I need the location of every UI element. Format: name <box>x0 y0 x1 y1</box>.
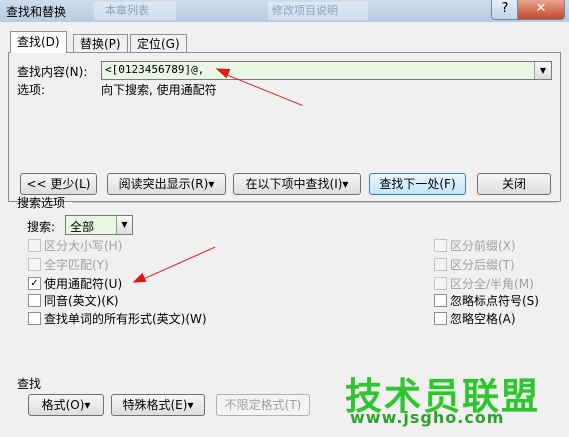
chevron-down-icon[interactable]: ▼ <box>534 62 551 79</box>
tab-replace[interactable]: 替换(P) <box>73 34 128 53</box>
match-suffix-checkbox[interactable] <box>434 258 447 271</box>
sounds-like-checkbox[interactable] <box>28 294 41 307</box>
find-next-button[interactable]: 查找下一处(F) <box>369 173 466 195</box>
close-window-button[interactable]: ✕ <box>517 0 565 20</box>
search-direction-select[interactable]: 全部 ▼ <box>65 215 133 235</box>
find-replace-dialog: 查找和替换 本章列表 修改项目说明 ? ✕ 查找(D) 替换(P) 定位(G) … <box>0 0 569 437</box>
checkmark-icon: ✓ <box>30 278 39 289</box>
use-wildcards-label: 使用通配符(U) <box>44 277 123 291</box>
search-direction-label: 搜索: <box>27 220 56 234</box>
help-icon: ? <box>501 1 509 16</box>
background-tab-ghost: 修改项目说明 <box>268 2 368 20</box>
ignore-whitespace-label: 忽略空格(A) <box>450 312 516 326</box>
match-suffix-label: 区分后缀(T) <box>450 258 515 272</box>
ignore-whitespace-checkbox[interactable] <box>434 312 447 325</box>
sounds-like-label: 同音(英文)(K) <box>44 294 119 308</box>
chevron-down-icon[interactable]: ▼ <box>116 216 132 234</box>
title-bar: 查找和替换 本章列表 修改项目说明 ? ✕ <box>0 0 569 22</box>
find-section-title: 查找 <box>17 377 42 391</box>
all-word-forms-checkbox[interactable] <box>28 312 41 325</box>
match-prefix-label: 区分前缀(X) <box>450 239 516 253</box>
background-tab-ghost: 本章列表 <box>94 2 176 20</box>
find-what-input[interactable]: <[0123456789]@, ▼ <box>101 61 552 80</box>
arrow-head-icon <box>130 272 147 288</box>
reading-highlight-button[interactable]: 阅读突出显示(R)▾ <box>107 173 226 195</box>
window-title: 查找和替换 <box>6 5 67 19</box>
options-label: 选项: <box>17 83 46 97</box>
close-icon: ✕ <box>535 1 547 16</box>
options-value: 向下搜索, 使用通配符 <box>101 83 217 97</box>
less-button[interactable]: << 更少(L) <box>20 173 97 195</box>
match-width-checkbox[interactable] <box>434 277 447 290</box>
match-prefix-checkbox[interactable] <box>434 239 447 252</box>
find-in-button[interactable]: 在以下项中查找(I)▾ <box>233 173 361 195</box>
watermark-url: www.jsgho.com <box>350 408 505 427</box>
search-direction-value: 全部 <box>70 220 95 234</box>
tab-find[interactable]: 查找(D) <box>10 31 67 53</box>
close-button[interactable]: 关闭 <box>477 173 551 195</box>
find-what-label: 查找内容(N): <box>17 65 88 79</box>
all-word-forms-label: 查找单词的所有形式(英文)(W) <box>44 312 207 326</box>
help-button[interactable]: ? <box>491 0 519 20</box>
ignore-punctuation-checkbox[interactable] <box>434 294 447 307</box>
match-case-label: 区分大小写(H) <box>44 239 123 253</box>
special-button[interactable]: 特殊格式(E)▾ <box>111 394 205 416</box>
match-case-checkbox[interactable] <box>28 239 41 252</box>
search-options-title: 搜索选项 <box>17 196 66 210</box>
format-button[interactable]: 格式(O)▾ <box>28 394 104 416</box>
divider <box>72 202 557 203</box>
use-wildcards-checkbox[interactable]: ✓ <box>28 277 41 290</box>
ignore-punctuation-label: 忽略标点符号(S) <box>450 294 539 308</box>
match-width-label: 区分全/半角(M) <box>450 277 534 291</box>
whole-word-checkbox[interactable] <box>28 258 41 271</box>
tab-goto[interactable]: 定位(G) <box>130 34 187 53</box>
no-formatting-button[interactable]: 不限定格式(T) <box>216 394 310 416</box>
find-what-value: <[0123456789]@, <box>105 63 205 76</box>
whole-word-label: 全字匹配(Y) <box>44 258 109 272</box>
